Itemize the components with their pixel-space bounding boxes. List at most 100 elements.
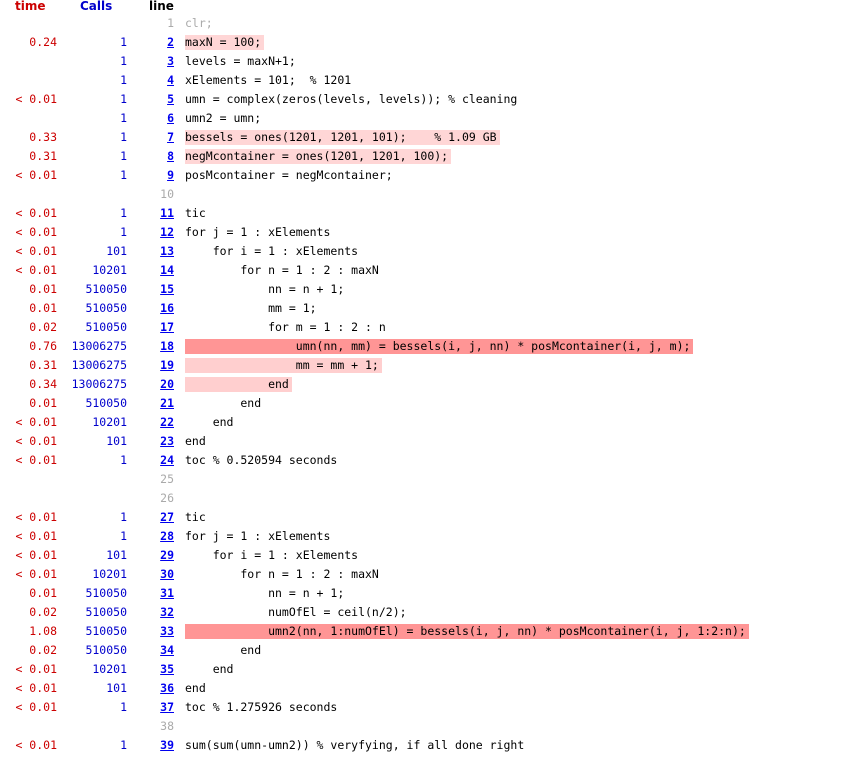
line-number-link[interactable]: 13 [142,242,174,261]
code-line: for m = 1 : 2 : n [185,320,386,334]
profile-row: 0.31 1 8 negMcontainer = ones(1201, 1201, 1… [0,147,852,166]
line-number-link[interactable]: 27 [142,508,174,527]
line-number-link[interactable]: 11 [142,204,174,223]
time-column-header: time [15,0,46,13]
code-line: end [185,643,262,657]
profile-row: < 0.01 1 37 toc % 1.275926 seconds [0,698,852,717]
line-number-link[interactable]: 33 [142,622,174,641]
code-line: for i = 1 : xElements [185,548,359,562]
line-number-link[interactable]: 5 [142,90,174,109]
line-number-link[interactable]: 8 [142,147,174,166]
code-line: end [185,434,206,448]
line-number-link[interactable]: 39 [142,736,174,755]
row-time: 0.02 [29,643,57,657]
line-number-link[interactable]: 18 [142,337,174,356]
profile-row: < 0.01 1 11 tic [0,204,852,223]
row-calls: 510050 [85,624,127,638]
code-line: umn = complex(zeros(levels, levels)); % … [185,92,518,106]
line-number-link[interactable]: 7 [142,128,174,147]
row-time: < 0.01 [15,662,57,676]
row-calls: 1 [120,92,127,106]
line-number-link[interactable]: 29 [142,546,174,565]
line-number-link[interactable]: 15 [142,280,174,299]
code-line: levels = maxN+1; [185,54,296,68]
line-number-link[interactable]: 28 [142,527,174,546]
line-number-link[interactable]: 16 [142,299,174,318]
profile-row: 25 [0,470,852,489]
row-calls: 1 [120,206,127,220]
row-calls: 1 [120,453,127,467]
code-line: xElements = 101; % 1201 [185,73,352,87]
row-calls: 510050 [85,643,127,657]
code-line: toc % 0.520594 seconds [185,453,338,467]
row-calls: 1 [120,225,127,239]
row-calls: 1 [120,529,127,543]
profile-row: 26 [0,489,852,508]
line-number-link[interactable]: 2 [142,33,174,52]
highlighted-code-line: end [185,377,292,392]
row-time: 0.02 [29,605,57,619]
line-number-link[interactable]: 37 [142,698,174,717]
code-line: nn = n + 1; [185,586,345,600]
row-calls: 1 [120,149,127,163]
profile-row: < 0.01 1 28 for j = 1 : xElements [0,527,852,546]
code-line: umn2 = umn; [185,111,262,125]
highlighted-code-line: mm = mm + 1; [185,358,382,373]
profile-row: < 0.01 1 5 umn = complex(zeros(levels, leve… [0,90,852,109]
profile-row: < 0.01 101 36 end [0,679,852,698]
row-time: < 0.01 [15,453,57,467]
line-number-link[interactable]: 23 [142,432,174,451]
code-line: end [185,396,262,410]
profile-row: 0.76 13006275 18 umn(nn, mm) = bessels(i, … [0,337,852,356]
row-time: < 0.01 [15,263,57,277]
line-number-link[interactable]: 14 [142,261,174,280]
line-number-link[interactable]: 12 [142,223,174,242]
line-number-link[interactable]: 4 [142,71,174,90]
line-number-link[interactable]: 17 [142,318,174,337]
line-number-link[interactable]: 22 [142,413,174,432]
line-number-link[interactable]: 20 [142,375,174,394]
line-number: 25 [160,472,174,486]
line-number-link[interactable]: 34 [142,641,174,660]
row-calls: 1 [120,54,127,68]
line-number-link[interactable]: 6 [142,109,174,128]
line-number-link[interactable]: 31 [142,584,174,603]
profile-row: < 0.01 101 29 for i = 1 : xElements [0,546,852,565]
line-number-link[interactable]: 30 [142,565,174,584]
line-number-link[interactable]: 36 [142,679,174,698]
line-number-link[interactable]: 24 [142,451,174,470]
profile-row: 10 [0,185,852,204]
row-calls: 510050 [85,396,127,410]
row-calls: 1 [120,111,127,125]
profile-row: < 0.01 101 23 end [0,432,852,451]
code-line: posMcontainer = negMcontainer; [185,168,393,182]
row-calls: 13006275 [71,358,127,372]
code-line: toc % 1.275926 seconds [185,700,338,714]
line-number-link[interactable]: 32 [142,603,174,622]
row-time: 0.01 [29,301,57,315]
line-number-link[interactable]: 35 [142,660,174,679]
profile-row: < 0.01 1 12 for j = 1 : xElements [0,223,852,242]
profile-row: < 0.01 10201 35 end [0,660,852,679]
line-number-link[interactable]: 21 [142,394,174,413]
code-line: for j = 1 : xElements [185,529,331,543]
line-number-link[interactable]: 3 [142,52,174,71]
row-calls: 1 [120,738,127,752]
row-calls: 1 [120,168,127,182]
row-calls: 1 [120,73,127,87]
row-calls: 101 [106,681,127,695]
highlighted-code-line: umn(nn, mm) = bessels(i, j, nn) * posMco… [185,339,694,354]
row-time: < 0.01 [15,681,57,695]
line-number-link[interactable]: 9 [142,166,174,185]
row-calls: 1 [120,510,127,524]
profile-row: 1 6 umn2 = umn; [0,109,852,128]
row-time: < 0.01 [15,529,57,543]
row-time: < 0.01 [15,225,57,239]
line-number-link[interactable]: 19 [142,356,174,375]
row-calls: 510050 [85,605,127,619]
code-line: end [185,662,234,676]
row-time: < 0.01 [15,510,57,524]
row-time: 0.31 [29,358,57,372]
profile-row: 0.01 510050 21 end [0,394,852,413]
row-time: < 0.01 [15,244,57,258]
